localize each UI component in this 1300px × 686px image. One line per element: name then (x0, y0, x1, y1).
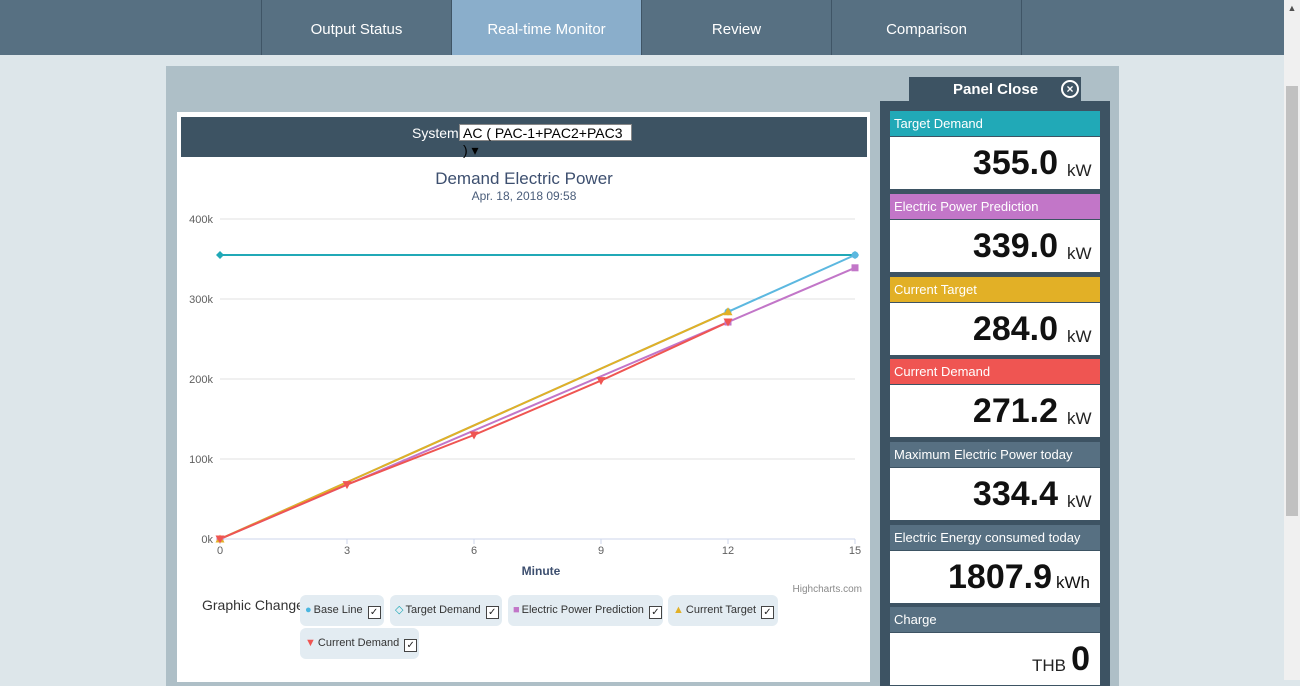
tab-review[interactable]: Review (641, 0, 831, 55)
panel-close-label: Panel Close (953, 81, 1039, 98)
x-tick-label: 0 (217, 545, 223, 557)
card-title-charge: Charge (890, 607, 1100, 632)
point-marker (216, 251, 224, 259)
tab-output-status[interactable]: Output Status (261, 0, 451, 55)
graphic-change-label: Graphic Change (202, 597, 304, 613)
scroll-up-icon[interactable]: ▲ (1284, 0, 1300, 16)
card-title-maximum-electric-power: Maximum Electric Power today (890, 442, 1100, 467)
card-value-number: 1807.9 (948, 558, 1052, 596)
close-icon[interactable]: × (1061, 80, 1079, 98)
system-bar: System AC ( PAC-1+PAC2+PAC3 ) ▾ (181, 117, 867, 158)
card-value: 271.2 (972, 392, 1058, 430)
card-unit: kW (1067, 161, 1092, 180)
system-label: System (412, 125, 459, 141)
toggle-base-line[interactable]: ● Base Line ✓ (300, 595, 384, 626)
card-electric-energy-consumed: 1807.9 kWh (890, 551, 1100, 603)
card-unit: kW (1067, 492, 1092, 511)
tab-comparison[interactable]: Comparison (831, 0, 1022, 55)
page-scrollbar[interactable]: ▲ (1284, 0, 1300, 680)
target-demand-checkbox[interactable]: ✓ (485, 606, 499, 619)
card-unit: THB (1032, 656, 1066, 675)
toggle-current-target[interactable]: ▲ Current Target ✓ (668, 595, 778, 626)
y-tick-label: 300k (189, 294, 213, 306)
toggle-current-demand[interactable]: ▼ Current Demand ✓ (300, 628, 419, 659)
current-demand-checkbox[interactable]: ✓ (404, 639, 418, 652)
card-title-current-target: Current Target (890, 277, 1100, 302)
card-value: 339.0 (972, 227, 1058, 265)
card-value: 0 (1071, 640, 1090, 678)
y-tick-label: 0k (201, 534, 213, 546)
card-title-electric-power-prediction: Electric Power Prediction (890, 194, 1100, 219)
x-tick-label: 15 (849, 545, 861, 557)
chip-label: Electric Power Prediction (521, 604, 644, 616)
card-title-current-demand: Current Demand (890, 359, 1100, 384)
base-line-checkbox[interactable]: ✓ (367, 606, 381, 619)
scroll-thumb[interactable] (1286, 86, 1298, 516)
card-maximum-electric-power: 334.4 kW (890, 468, 1100, 520)
card-value: 355.0 (972, 144, 1058, 182)
card-value: 284.0 (972, 310, 1058, 348)
x-tick-label: 6 (471, 545, 477, 557)
chip-label: Current Target (685, 604, 756, 616)
toggle-target-demand[interactable]: ◇ Target Demand ✓ (390, 595, 502, 626)
card-unit: kW (1067, 244, 1092, 263)
panel-close-tab[interactable]: Panel Close × (909, 77, 1081, 102)
card-value: 1807.9 kWh (948, 558, 1090, 597)
top-navigation: Output Status Real-time Monitor Review C… (0, 0, 1284, 55)
chip-label: Base Line (313, 604, 363, 616)
x-tick-label: 9 (598, 545, 604, 557)
point-marker (851, 251, 859, 259)
x-axis-title: Minute (522, 564, 561, 578)
diamond-icon: ◇ (395, 604, 404, 616)
square-icon: ■ (513, 604, 520, 616)
current-target-checkbox[interactable]: ✓ (761, 606, 774, 619)
card-current-target: 284.0 kW (890, 303, 1100, 355)
point-marker (851, 264, 859, 272)
chart-title: Demand Electric Power (435, 169, 613, 188)
toggle-electric-power-prediction[interactable]: ■ Electric Power Prediction ✓ (508, 595, 663, 626)
chart-credit[interactable]: Highcharts.com (793, 584, 862, 595)
system-select[interactable]: AC ( PAC-1+PAC2+PAC3 ) ▾ (459, 124, 632, 158)
tab-real-time-monitor[interactable]: Real-time Monitor (451, 0, 641, 55)
card-charge: THB 0 (890, 633, 1100, 685)
card-current-demand: 271.2 kW (890, 385, 1100, 437)
card-title-electric-energy-consumed: Electric Energy consumed today (890, 525, 1100, 550)
y-tick-label: 200k (189, 374, 213, 386)
electric-power-prediction-checkbox[interactable]: ✓ (648, 606, 662, 619)
chart-subtitle: Apr. 18, 2018 09:58 (472, 189, 577, 203)
card-unit: kW (1067, 409, 1092, 428)
card-unit: kWh (1056, 573, 1090, 592)
y-tick-label: 400k (189, 214, 213, 226)
triangle-down-icon: ▼ (305, 637, 316, 649)
card-target-demand: 355.0 kW (890, 137, 1100, 189)
x-tick-label: 12 (722, 545, 734, 557)
series-line-current_target (219, 310, 729, 540)
triangle-icon: ▲ (673, 604, 684, 616)
y-tick-label: 100k (189, 454, 213, 466)
card-unit: kW (1067, 327, 1092, 346)
x-tick-label: 3 (344, 545, 350, 557)
demand-power-chart: Demand Electric Power Apr. 18, 2018 09:5… (189, 169, 862, 595)
chip-label: Current Demand (317, 637, 400, 649)
circle-icon: ● (305, 604, 312, 616)
chip-label: Target Demand (405, 604, 481, 616)
card-electric-power-prediction: 339.0 kW (890, 220, 1100, 272)
card-value: 334.4 (972, 475, 1058, 513)
card-title-target-demand: Target Demand (890, 111, 1100, 136)
